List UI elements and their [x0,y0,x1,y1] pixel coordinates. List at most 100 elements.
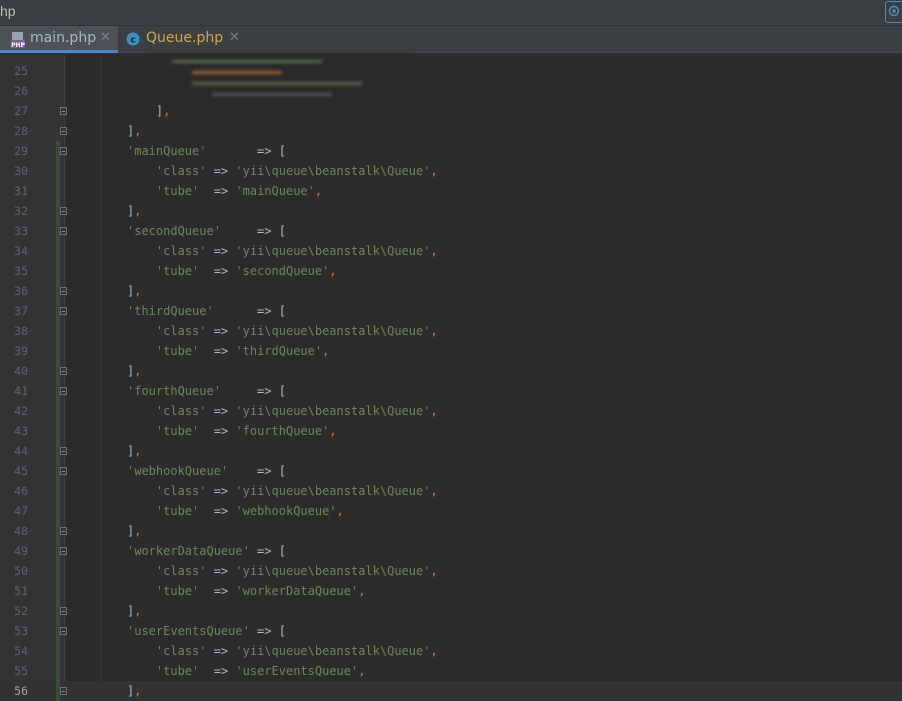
close-icon[interactable]: ✕ [229,30,240,45]
vcs-change-marker [56,641,60,661]
vcs-change-marker [56,261,60,281]
line-number: 38 [14,324,28,338]
code-line[interactable]: 35 'tube' => 'secondQueue', [0,261,902,281]
tab-queue-php[interactable]: c Queue.php ✕ [119,26,247,53]
code-text: 'thirdQueue' => [ [127,304,286,318]
line-number: 35 [14,264,28,278]
vcs-change-marker [56,661,60,681]
code-text: ], [127,444,142,458]
code-text: 'mainQueue' => [ [127,144,286,158]
fold-icon[interactable] [60,307,67,315]
code-text: 'userEventsQueue' => [ [127,624,286,638]
line-number: 31 [14,184,28,198]
line-number: 40 [14,364,28,378]
fold-icon[interactable] [60,287,67,295]
tab-label: Queue.php [146,30,224,46]
line-number: 48 [14,524,28,538]
code-editor[interactable]: 25 26 27 ], 28], 29'mainQueue' => [30 'class… [0,61,902,701]
line-number: 41 [14,384,28,398]
code-line[interactable]: 28], [0,121,902,141]
line-number: 26 [14,84,28,98]
code-line[interactable]: 47 'tube' => 'webhookQueue', [0,501,902,521]
code-line[interactable]: 48], [0,521,902,541]
code-text: 'class' => 'yii\queue\beanstalk\Queue', [155,244,438,258]
editor-tab-bar: PHP main.php ✕ c Queue.php ✕ [0,26,902,54]
vcs-change-marker [56,561,60,581]
fold-icon[interactable] [60,467,67,475]
class-icon: c [126,32,140,46]
fold-icon[interactable] [60,607,67,615]
code-line[interactable]: 51 'tube' => 'workerDataQueue', [0,581,902,601]
code-line[interactable]: 53 'userEventsQueue' => [ [0,621,902,641]
vcs-change-marker [56,421,60,441]
code-line[interactable]: 29 'mainQueue' => [ [0,141,902,161]
code-line[interactable]: 30 'class' => 'yii\queue\beanstalk\Queue… [0,161,902,181]
fold-icon[interactable] [60,387,67,395]
fold-icon[interactable] [60,547,67,555]
php-file-icon: PHP [11,32,26,48]
code-line[interactable]: 26 [0,81,902,101]
code-text: 'tube' => 'secondQueue', [155,264,337,278]
line-number: 46 [14,484,28,498]
code-text: 'workerDataQueue' => [ [127,544,286,558]
line-number: 43 [14,424,28,438]
fold-icon[interactable] [60,207,67,215]
code-line[interactable]: 39 'tube' => 'thirdQueue', [0,341,902,361]
code-line[interactable]: 46 'class' => 'yii\queue\beanstalk\Queue… [0,481,902,501]
code-text: 'class' => 'yii\queue\beanstalk\Queue', [155,564,438,578]
code-line[interactable]: 55 'tube' => 'userEventsQueue', [0,661,902,681]
line-number: 32 [14,204,28,218]
code-text: ], [127,204,142,218]
line-number: 25 [14,64,28,78]
code-line[interactable]: 50 'class' => 'yii\queue\beanstalk\Queue… [0,561,902,581]
fold-icon[interactable] [60,147,67,155]
code-line[interactable]: 31 'tube' => 'mainQueue', [0,181,902,201]
code-line[interactable]: 43 'tube' => 'fourthQueue', [0,421,902,441]
code-line[interactable]: 45 'webhookQueue' => [ [0,461,902,481]
line-number: 49 [14,544,28,558]
code-line[interactable]: 52], [0,601,902,621]
fold-icon[interactable] [60,127,67,135]
line-number: 33 [14,224,28,238]
fold-icon[interactable] [60,447,67,455]
title-bar: hp [0,0,902,26]
fold-icon[interactable] [60,527,67,535]
line-number: 42 [14,404,28,418]
fold-icon[interactable] [60,627,67,635]
code-line[interactable]: 32], [0,201,902,221]
code-line[interactable]: 42 'class' => 'yii\queue\beanstalk\Queue… [0,401,902,421]
fold-icon[interactable] [60,367,67,375]
line-number: 51 [14,584,28,598]
code-line[interactable]: 49 'workerDataQueue' => [ [0,541,902,561]
fold-icon[interactable] [60,687,67,695]
code-line[interactable]: 44], [0,441,902,461]
code-text: 'tube' => 'mainQueue', [155,184,323,198]
fold-icon[interactable] [60,107,67,115]
code-line[interactable]: 37 'thirdQueue' => [ [0,301,902,321]
code-line[interactable]: 27 ], [0,101,902,121]
code-text: ], [127,684,142,698]
code-line[interactable]: 54 'class' => 'yii\queue\beanstalk\Queue… [0,641,902,661]
code-line[interactable]: 25 [0,61,902,81]
line-number: 39 [14,344,28,358]
code-line[interactable]: 41 'fourthQueue' => [ [0,381,902,401]
vcs-change-marker [56,321,60,341]
vcs-change-marker [56,341,60,361]
code-line[interactable]: 33 'secondQueue' => [ [0,221,902,241]
close-icon[interactable]: ✕ [100,30,111,45]
tab-main-php[interactable]: PHP main.php ✕ [0,26,118,53]
code-text: 'class' => 'yii\queue\beanstalk\Queue', [155,484,438,498]
line-number: 34 [14,244,28,258]
vcs-change-marker [56,401,60,421]
code-text: ], [127,284,142,298]
fold-icon[interactable] [60,227,67,235]
line-number: 52 [14,604,28,618]
code-line[interactable]: 34 'class' => 'yii\queue\beanstalk\Queue… [0,241,902,261]
code-line[interactable]: 36], [0,281,902,301]
code-text: 'tube' => 'userEventsQueue', [155,664,366,678]
code-line[interactable]: 38 'class' => 'yii\queue\beanstalk\Queue… [0,321,902,341]
code-line[interactable]: 40], [0,361,902,381]
code-text: ], [127,364,142,378]
code-line[interactable]: 56], [0,681,902,701]
toolbar-button[interactable] [885,1,902,23]
